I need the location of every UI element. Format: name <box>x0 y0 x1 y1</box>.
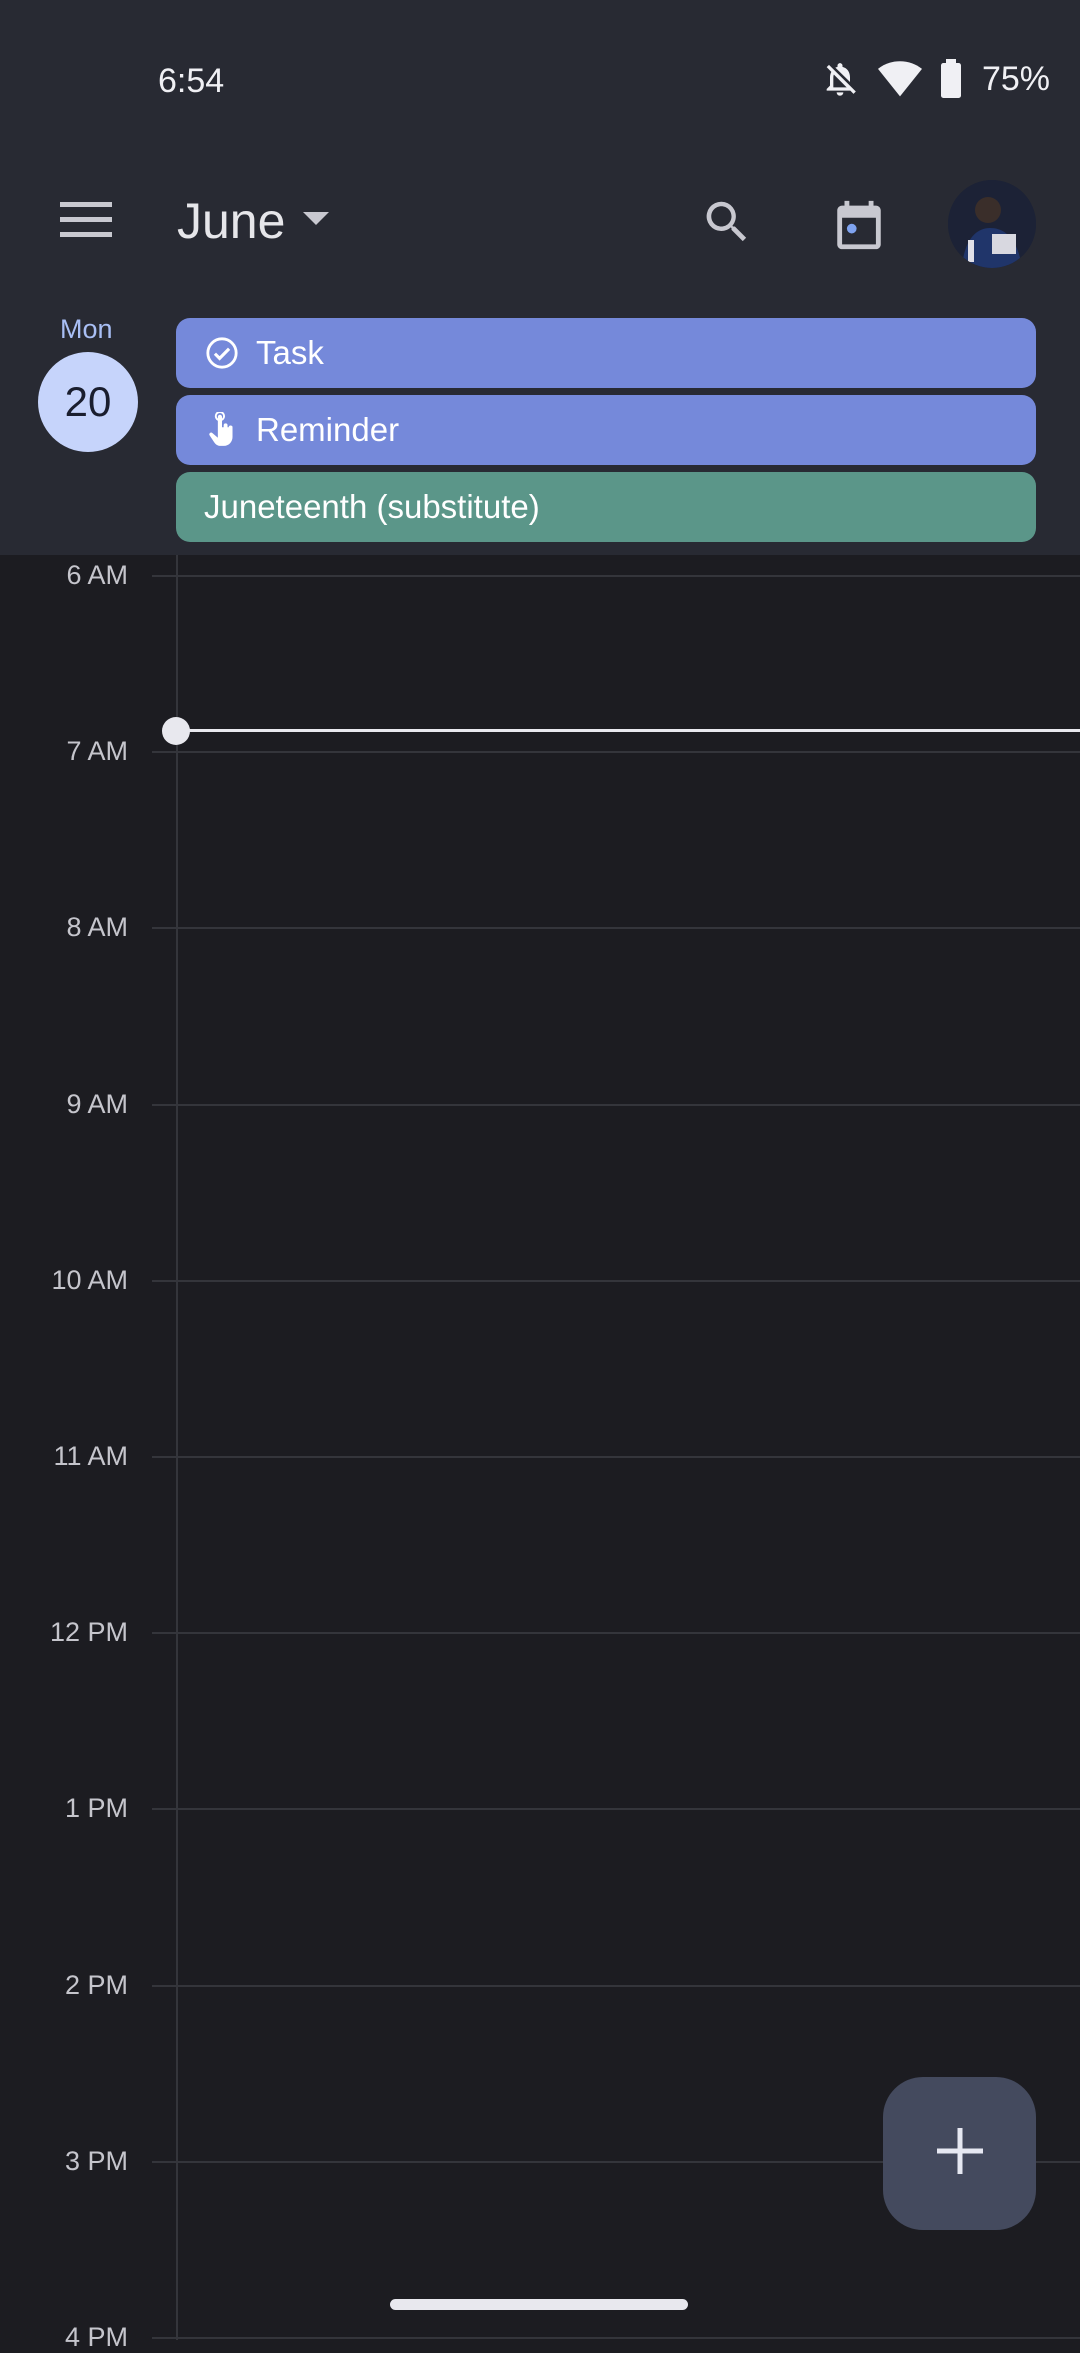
search-icon[interactable] <box>700 195 754 249</box>
grid-divider <box>176 555 178 2340</box>
today-calendar-icon[interactable] <box>830 196 888 254</box>
month-label: June <box>177 193 286 249</box>
hour-label: 4 PM <box>64 2322 128 2352</box>
wifi-icon <box>877 60 922 98</box>
hour-line <box>152 1985 1080 1987</box>
hour-label: 3 PM <box>64 2146 128 2176</box>
hour-line <box>152 751 1080 753</box>
hour-line <box>152 1456 1080 1458</box>
hour-label: 1 PM <box>64 1793 128 1823</box>
home-indicator[interactable] <box>390 2299 688 2310</box>
hour-line <box>152 1280 1080 1282</box>
hour-label: 2 PM <box>64 1970 128 2000</box>
bell-off-icon <box>820 58 860 100</box>
event-label: Task <box>256 334 324 371</box>
hour-line <box>152 927 1080 929</box>
hour-line <box>152 1104 1080 1106</box>
day-weekday: Mon <box>60 314 113 344</box>
all-day-event-reminder[interactable]: Reminder <box>176 395 1036 465</box>
hour-label: 7 AM <box>66 736 128 766</box>
time-grid[interactable] <box>0 555 1080 2340</box>
hour-label: 9 AM <box>66 1089 128 1119</box>
month-selector[interactable]: June <box>177 192 330 250</box>
hour-line <box>152 1632 1080 1634</box>
hour-line <box>152 575 1080 577</box>
day-date[interactable]: 20 <box>38 352 138 452</box>
battery-icon <box>940 59 962 99</box>
status-icons: 75% <box>820 58 1050 100</box>
all-day-event-task[interactable]: Task <box>176 318 1036 388</box>
add-event-button[interactable] <box>883 2077 1036 2230</box>
menu-icon[interactable] <box>60 200 114 240</box>
hour-line <box>152 2337 1080 2339</box>
hour-line <box>152 1808 1080 1810</box>
reminder-hand-icon <box>204 412 240 448</box>
event-label: Juneteenth (substitute) <box>204 488 540 525</box>
hour-label: 8 AM <box>66 912 128 942</box>
status-time: 6:54 <box>158 62 225 100</box>
task-check-icon <box>204 335 240 371</box>
battery-percent: 75% <box>981 59 1050 98</box>
add-icon <box>935 2126 985 2181</box>
current-time-dot <box>162 717 190 745</box>
event-label: Reminder <box>256 411 400 448</box>
current-time-line <box>176 729 1080 732</box>
dropdown-icon <box>303 211 330 231</box>
hour-label: 11 AM <box>53 1441 128 1471</box>
avatar[interactable] <box>948 180 1036 268</box>
hour-label: 10 AM <box>51 1265 128 1295</box>
hour-label: 12 PM <box>49 1617 128 1647</box>
all-day-event-holiday[interactable]: Juneteenth (substitute) <box>176 472 1036 542</box>
hour-label: 6 AM <box>66 560 128 590</box>
